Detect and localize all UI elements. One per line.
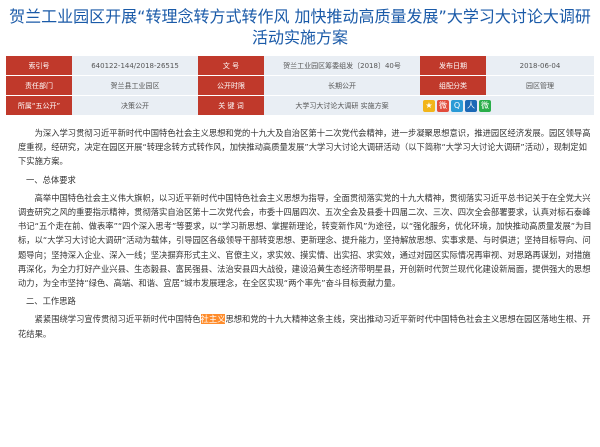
- meta-label: 发布日期: [420, 56, 486, 76]
- meta-label: 文 号: [198, 56, 264, 76]
- meta-label: 所属“五公开”: [6, 95, 72, 116]
- highlighted-term: 社主义: [200, 314, 226, 325]
- meta-value: 2018-06-04: [486, 56, 594, 76]
- paragraph: 为深入学习贯彻习近平新时代中国特色社会主义思想和党的十九大及自治区第十二次党代会…: [18, 128, 591, 167]
- tsina-icon[interactable]: 微: [437, 99, 449, 112]
- share-cell: ★ 微 Q 人 微: [420, 95, 594, 116]
- paragraph: 紧紧围绕学习宣传贯彻习近平新时代中国特色社主义思想和党的十九大精神这条主线，突出…: [18, 312, 592, 340]
- article-body: 为深入学习贯彻习近平新时代中国特色社会主义思想和党的十九大及自治区第十二次党代会…: [18, 126, 592, 341]
- meta-label: 组配分类: [420, 75, 486, 96]
- meta-value: 贺兰县工业园区: [72, 75, 198, 96]
- renren-icon[interactable]: 人: [465, 99, 477, 112]
- section-heading: 二、工作思路: [26, 296, 76, 307]
- meta-row: 责任部门 贺兰县工业园区 公开时限 长期公开 组配分类 园区管理: [6, 75, 594, 96]
- meta-label: 索引号: [6, 56, 72, 76]
- meta-label: 关 键 词: [198, 95, 264, 116]
- meta-label: 责任部门: [6, 75, 72, 96]
- meta-value: 决策公开: [72, 95, 198, 116]
- meta-value: 大学习大讨论大调研 实施方案: [264, 95, 420, 116]
- meta-value: 640122-144/2018-26515: [72, 56, 198, 76]
- meta-row: 所属“五公开” 决策公开 关 键 词 大学习大讨论大调研 实施方案 ★ 微 Q …: [6, 95, 594, 116]
- paragraph: 高举中国特色社会主义伟大旗帜，以习近平新时代中国特色社会主义思想为指导，全面贯彻…: [18, 192, 592, 289]
- meta-value: 园区管理: [486, 75, 594, 96]
- text-segment: 紧紧围绕学习宣传贯彻习近平新时代中国特色: [34, 314, 201, 325]
- page-title: 贺兰工业园区开展“转理念转方式转作风 加快推动高质量发展”大学习大讨论大调研活动…: [9, 7, 591, 47]
- section-heading: 一、总体要求: [26, 174, 76, 185]
- meta-value: 贺兰工业园区筹委组发〔2018〕40号: [264, 56, 420, 76]
- qzone-icon[interactable]: ★: [423, 99, 435, 112]
- meta-label: 公开时限: [198, 75, 264, 96]
- meta-table: 索引号 640122-144/2018-26515 文 号 贺兰工业园区筹委组发…: [6, 56, 594, 116]
- weixin-icon[interactable]: 微: [479, 99, 491, 112]
- tqq-icon[interactable]: Q: [451, 99, 463, 112]
- share-bar: ★ 微 Q 人 微: [423, 99, 591, 112]
- meta-value: 长期公开: [264, 75, 420, 96]
- meta-row: 索引号 640122-144/2018-26515 文 号 贺兰工业园区筹委组发…: [6, 56, 594, 76]
